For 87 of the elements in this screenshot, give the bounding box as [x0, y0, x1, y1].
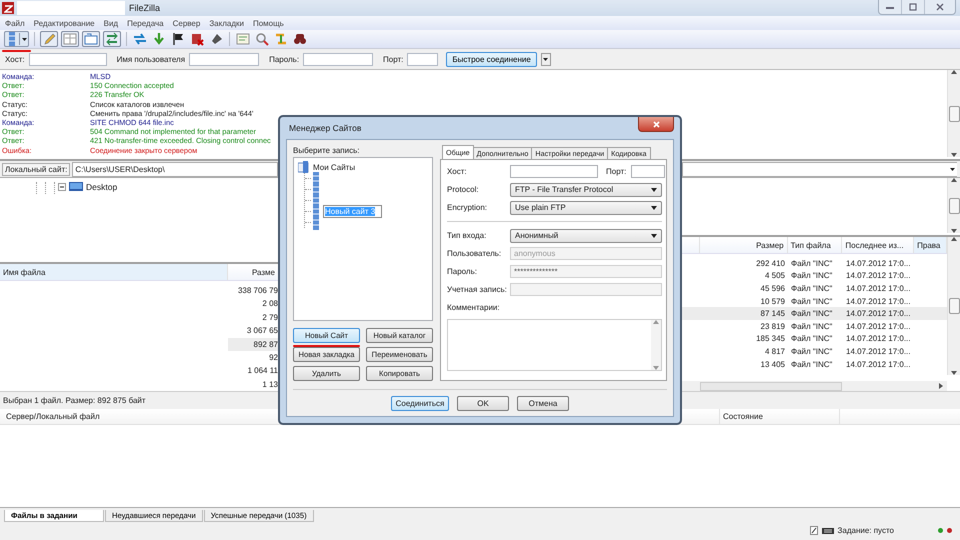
- path-field[interactable]: C:\Users\USER\Desktop\: [72, 162, 278, 176]
- tree-item[interactable]: Desktop: [58, 181, 118, 193]
- size-cell-text: 2 08: [261, 298, 278, 310]
- menu-item[interactable]: Помощь: [252, 18, 284, 28]
- field-label: Порт:: [606, 167, 626, 176]
- date-cell-text: 14.07.2012 17:0...: [845, 296, 912, 306]
- local-site-label: Локальный сайт:: [2, 162, 70, 176]
- file-row[interactable]: 13 405 Файл "INC" 14.07.2012 17:0...: [682, 358, 947, 370]
- field-label: Тип входа:: [447, 231, 488, 240]
- type-cell-text: Файл "INC": [790, 284, 834, 293]
- size-cell-text: 185 345: [755, 334, 786, 344]
- field-label: Пользователь:: [447, 249, 502, 258]
- column-header[interactable]: Имя файла: [0, 264, 228, 280]
- date-cell-text: 14.07.2012 17:0...: [845, 309, 912, 318]
- type-cell-text: Файл "INC": [790, 322, 834, 331]
- column-header[interactable]: Размер: [700, 237, 788, 253]
- type-cell-text: Файл "INC": [790, 309, 834, 318]
- dialog-title: Менеджер Сайтов: [289, 123, 362, 133]
- dropdown[interactable]: FTP - File Transfer Protocol: [510, 182, 662, 196]
- size-cell-text: 4 505: [764, 271, 786, 280]
- site-tree[interactable]: Мои Сайты Новый сайт 3: [293, 157, 433, 321]
- size-cell-text: 292 410: [755, 258, 786, 268]
- column-header[interactable]: Разме: [228, 264, 278, 280]
- size-cell-text: 13 405: [760, 360, 786, 369]
- file-row[interactable]: 45 596 Файл "INC" 14.07.2012 17:0...: [682, 282, 947, 295]
- date-cell-text: 14.07.2012 17:0...: [845, 360, 912, 369]
- date-cell-text: 14.07.2012 17:0...: [845, 284, 912, 293]
- field-label: Encryption:: [447, 203, 488, 212]
- size-cell-text: 23 819: [760, 322, 786, 331]
- date-cell-text: 14.07.2012 17:0...: [845, 346, 912, 356]
- type-cell-text: Файл "INC": [790, 334, 834, 344]
- menu-item[interactable]: Редактирование: [34, 18, 95, 28]
- field-label: Пароль:: [447, 267, 478, 276]
- size-cell-text: 4 817: [764, 346, 786, 356]
- field-label: Protocol:: [447, 185, 480, 194]
- type-cell-text: Файл "INC": [790, 296, 834, 306]
- window-title: FileZilla: [129, 3, 160, 13]
- dialog-button[interactable]: Отмена: [517, 396, 569, 410]
- file-row[interactable]: 292 410 Файл "INC" 14.07.2012 17:0...: [682, 257, 947, 270]
- size-cell-text: 92: [268, 352, 278, 364]
- size-cell: 892 87: [228, 338, 278, 351]
- type-cell-text: Файл "INC": [790, 360, 834, 369]
- field-label: Хост:: [447, 167, 468, 176]
- type-cell-text: Файл "INC": [790, 346, 834, 356]
- date-cell-text: 14.07.2012 17:0...: [845, 334, 912, 344]
- dropdown[interactable]: Use plain FTP: [510, 200, 662, 214]
- file-row[interactable]: 185 345 Файл "INC" 14.07.2012 17:0...: [682, 332, 947, 346]
- status-text: Выбран 1 файл. Размер: 892 875 байт: [3, 396, 146, 406]
- file-row[interactable]: 10 579 Файл "INC" 14.07.2012 17:0...: [682, 294, 947, 308]
- menu-item[interactable]: Закладки: [209, 18, 244, 28]
- type-cell-text: Файл "INC": [790, 258, 834, 268]
- queue-status: Задание: пусто: [838, 526, 894, 535]
- host-label: Хост:: [5, 54, 25, 64]
- field-label: Учетная запись:: [447, 285, 508, 294]
- file-row[interactable]: 4 817 Файл "INC" 14.07.2012 17:0...: [682, 345, 947, 358]
- size-cell-text: 1 064 11: [246, 365, 278, 378]
- column-header[interactable]: Состояние: [720, 409, 840, 424]
- type-cell-text: Файл "INC": [790, 271, 834, 280]
- dropdown[interactable]: Анонимный: [510, 228, 662, 242]
- menu-item[interactable]: Вид: [104, 18, 118, 28]
- quickconnect-button[interactable]: Быстрое соединение: [446, 52, 537, 66]
- column-header[interactable]: Права: [914, 237, 948, 253]
- size-cell-text: 10 579: [760, 296, 786, 306]
- password-label: Пароль:: [269, 54, 300, 64]
- date-cell-text: 14.07.2012 17:0...: [845, 271, 912, 280]
- size-cell-text: 3 067 65: [246, 325, 278, 338]
- date-cell-text: 14.07.2012 17:0...: [845, 322, 912, 331]
- dialog-button[interactable]: OK: [457, 396, 509, 410]
- tree-label: Выберите запись:: [293, 146, 360, 155]
- size-cell-text: 1 13: [261, 378, 278, 391]
- field-label: Комментарии:: [447, 303, 501, 312]
- port-label: Порт:: [383, 54, 404, 64]
- size-cell-text: 338 706 79: [236, 285, 278, 297]
- dialog-button[interactable]: Соединиться: [391, 396, 449, 410]
- username-label: Имя пользователя: [116, 54, 186, 64]
- date-cell-text: 14.07.2012 17:0...: [845, 258, 912, 268]
- menu-item[interactable]: Файл: [5, 18, 25, 28]
- file-row[interactable]: 23 819 Файл "INC" 14.07.2012 17:0...: [682, 320, 947, 333]
- file-row[interactable]: 87 145 Файл "INC" 14.07.2012 17:0...: [682, 307, 947, 320]
- size-cell-text: 45 596: [760, 284, 786, 293]
- file-row[interactable]: 4 505 Файл "INC" 14.07.2012 17:0...: [682, 270, 947, 282]
- size-cell-text: 2 79: [261, 312, 278, 324]
- size-cell-text: 87 145: [760, 309, 786, 318]
- column-header[interactable]: Тип файла: [788, 237, 842, 253]
- menu-item[interactable]: Передача: [127, 18, 164, 28]
- tree-item[interactable]: Мои Сайты: [313, 162, 356, 172]
- menu-item[interactable]: Сервер: [172, 18, 200, 28]
